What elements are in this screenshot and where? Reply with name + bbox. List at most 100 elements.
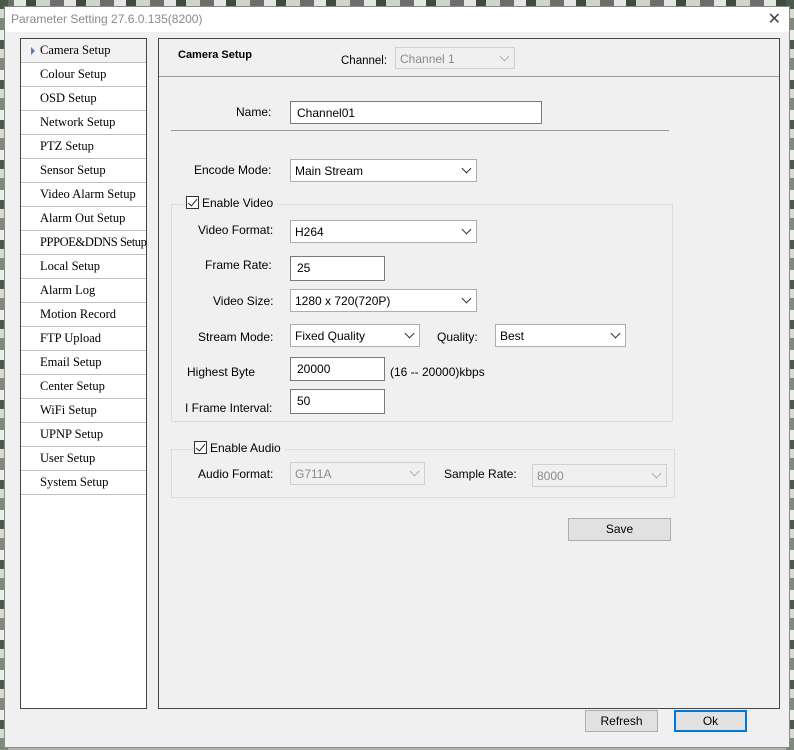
- sidebar-item-ptz-setup[interactable]: PTZ Setup: [21, 135, 146, 159]
- sidebar-item-label: User Setup: [40, 451, 96, 465]
- encode-mode-label: Encode Mode:: [194, 163, 272, 177]
- audio-format-select[interactable]: G711A: [290, 462, 425, 485]
- sample-rate-select[interactable]: 8000: [532, 464, 667, 487]
- quality-label: Quality:: [437, 330, 478, 344]
- chevron-down-icon: [610, 328, 621, 339]
- video-size-value: 1280 x 720(720P): [295, 294, 391, 308]
- sidebar-item-label: UPNP Setup: [40, 427, 104, 441]
- sidebar-item-label: Camera Setup: [40, 43, 111, 57]
- frame-rate-value: 25: [297, 261, 311, 275]
- channel-select[interactable]: Channel 1: [395, 47, 515, 69]
- sidebar-item-label: Colour Setup: [40, 67, 107, 81]
- video-size-label: Video Size:: [213, 294, 274, 308]
- name-input-value: Channel01: [297, 106, 356, 120]
- checkmark-icon[interactable]: [186, 196, 199, 209]
- sidebar-item-email-setup[interactable]: Email Setup: [21, 351, 146, 375]
- chevron-down-icon: [651, 468, 662, 479]
- iframe-interval-label: I Frame Interval:: [185, 401, 273, 415]
- enable-audio-row[interactable]: Enable Audio: [194, 441, 285, 455]
- stream-mode-value: Fixed Quality: [295, 329, 366, 343]
- highest-byte-value: 20000: [297, 362, 331, 376]
- header-divider: [159, 76, 779, 77]
- stream-mode-select[interactable]: Fixed Quality: [290, 324, 420, 347]
- sidebar-item-osd-setup[interactable]: OSD Setup: [21, 87, 146, 111]
- sidebar-item-system-setup[interactable]: System Setup: [21, 471, 146, 495]
- quality-select[interactable]: Best: [495, 324, 626, 347]
- highest-byte-label: Highest Byte: [187, 365, 256, 379]
- sidebar-item-video-alarm-setup[interactable]: Video Alarm Setup: [21, 183, 146, 207]
- sidebar-item-label: PTZ Setup: [40, 139, 94, 153]
- sidebar-item-pppoe-ddns-setup[interactable]: PPPOE&DDNS Setup: [21, 231, 147, 255]
- video-size-select[interactable]: 1280 x 720(720P): [290, 289, 477, 312]
- sidebar-item-wifi-setup[interactable]: WiFi Setup: [21, 399, 146, 423]
- sidebar-item-label: Center Setup: [40, 379, 105, 393]
- chevron-down-icon: [404, 328, 415, 339]
- sample-rate-value: 8000: [537, 469, 564, 483]
- save-button[interactable]: Save: [568, 518, 671, 541]
- ok-button[interactable]: Ok: [674, 710, 747, 732]
- sidebar-item-user-setup[interactable]: User Setup: [21, 447, 146, 471]
- enable-audio-label: Enable Audio: [210, 441, 281, 455]
- sidebar-item-alarm-log[interactable]: Alarm Log: [21, 279, 146, 303]
- iframe-interval-value: 50: [297, 394, 311, 408]
- sidebar-item-label: FTP Upload: [40, 331, 101, 345]
- stream-mode-label: Stream Mode:: [198, 330, 274, 344]
- sidebar-item-local-setup[interactable]: Local Setup: [21, 255, 146, 279]
- name-label: Name:: [236, 105, 272, 119]
- sidebar-item-label: Local Setup: [40, 259, 101, 273]
- channel-label: Channel:: [341, 55, 388, 67]
- parameter-setting-window: Parameter Setting 27.6.0.135(8200) ✕ Cam…: [4, 6, 790, 748]
- chevron-down-icon: [409, 466, 420, 477]
- channel-select-value: Channel 1: [400, 52, 455, 66]
- chevron-down-icon: [461, 163, 472, 174]
- sidebar-item-label: System Setup: [40, 475, 109, 489]
- iframe-interval-input[interactable]: 50: [290, 389, 385, 414]
- sidebar-item-colour-setup[interactable]: Colour Setup: [21, 63, 146, 87]
- sidebar-item-camera-setup[interactable]: Camera Setup: [21, 39, 146, 63]
- video-format-label: Video Format:: [198, 223, 274, 237]
- sidebar-item-network-setup[interactable]: Network Setup: [21, 111, 146, 135]
- sidebar-item-label: OSD Setup: [40, 91, 97, 105]
- triangle-right-icon: [31, 47, 35, 55]
- sidebar-item-label: Sensor Setup: [40, 163, 106, 177]
- close-icon[interactable]: ✕: [768, 9, 781, 29]
- sidebar-item-motion-record[interactable]: Motion Record: [21, 303, 146, 327]
- encode-mode-value: Main Stream: [295, 164, 364, 178]
- sidebar-item-label: Motion Record: [40, 307, 117, 321]
- video-format-select[interactable]: H264: [290, 220, 477, 243]
- chevron-down-icon: [461, 293, 472, 304]
- sidebar-item-label: Alarm Out Setup: [40, 211, 126, 225]
- encode-mode-select[interactable]: Main Stream: [290, 159, 477, 182]
- camera-setup-panel: Camera Setup Channel: Channel 1 Name: Ch…: [158, 38, 780, 709]
- chevron-down-icon: [499, 51, 510, 62]
- video-format-value: H264: [295, 225, 324, 239]
- sidebar-item-label: WiFi Setup: [40, 403, 97, 417]
- sidebar-item-ftp-upload[interactable]: FTP Upload: [21, 327, 146, 351]
- highest-byte-input[interactable]: 20000: [290, 357, 385, 381]
- frame-rate-input[interactable]: 25: [290, 256, 385, 281]
- frame-rate-label: Frame Rate:: [205, 258, 272, 272]
- name-input[interactable]: Channel01: [290, 101, 542, 124]
- audio-format-label: Audio Format:: [198, 467, 274, 481]
- checkmark-icon[interactable]: [194, 441, 207, 454]
- window-title: Parameter Setting 27.6.0.135(8200): [11, 12, 203, 26]
- sidebar-item-label: Video Alarm Setup: [40, 187, 136, 201]
- highest-byte-range: (16 -- 20000)kbps: [390, 365, 485, 379]
- sample-rate-label: Sample Rate:: [444, 467, 517, 481]
- audio-format-value: G711A: [295, 467, 332, 481]
- refresh-button[interactable]: Refresh: [585, 710, 658, 732]
- sidebar-item-upnp-setup[interactable]: UPNP Setup: [21, 423, 146, 447]
- chevron-down-icon: [461, 224, 472, 235]
- sidebar-item-label: PPPOE&DDNS Setup: [40, 235, 147, 249]
- sidebar-item-center-setup[interactable]: Center Setup: [21, 375, 146, 399]
- quality-value: Best: [500, 329, 525, 343]
- sidebar-item-sensor-setup[interactable]: Sensor Setup: [21, 159, 146, 183]
- name-divider: [171, 130, 669, 131]
- title-bar: Parameter Setting 27.6.0.135(8200) ✕: [5, 7, 789, 32]
- section-title: Camera Setup: [178, 49, 252, 61]
- enable-video-row[interactable]: Enable Video: [186, 196, 278, 210]
- settings-sidebar: Camera Setup Colour Setup OSD Setup Netw…: [20, 38, 147, 709]
- sidebar-item-label: Email Setup: [40, 355, 102, 369]
- sidebar-item-alarm-out-setup[interactable]: Alarm Out Setup: [21, 207, 146, 231]
- sidebar-item-label: Alarm Log: [40, 283, 96, 297]
